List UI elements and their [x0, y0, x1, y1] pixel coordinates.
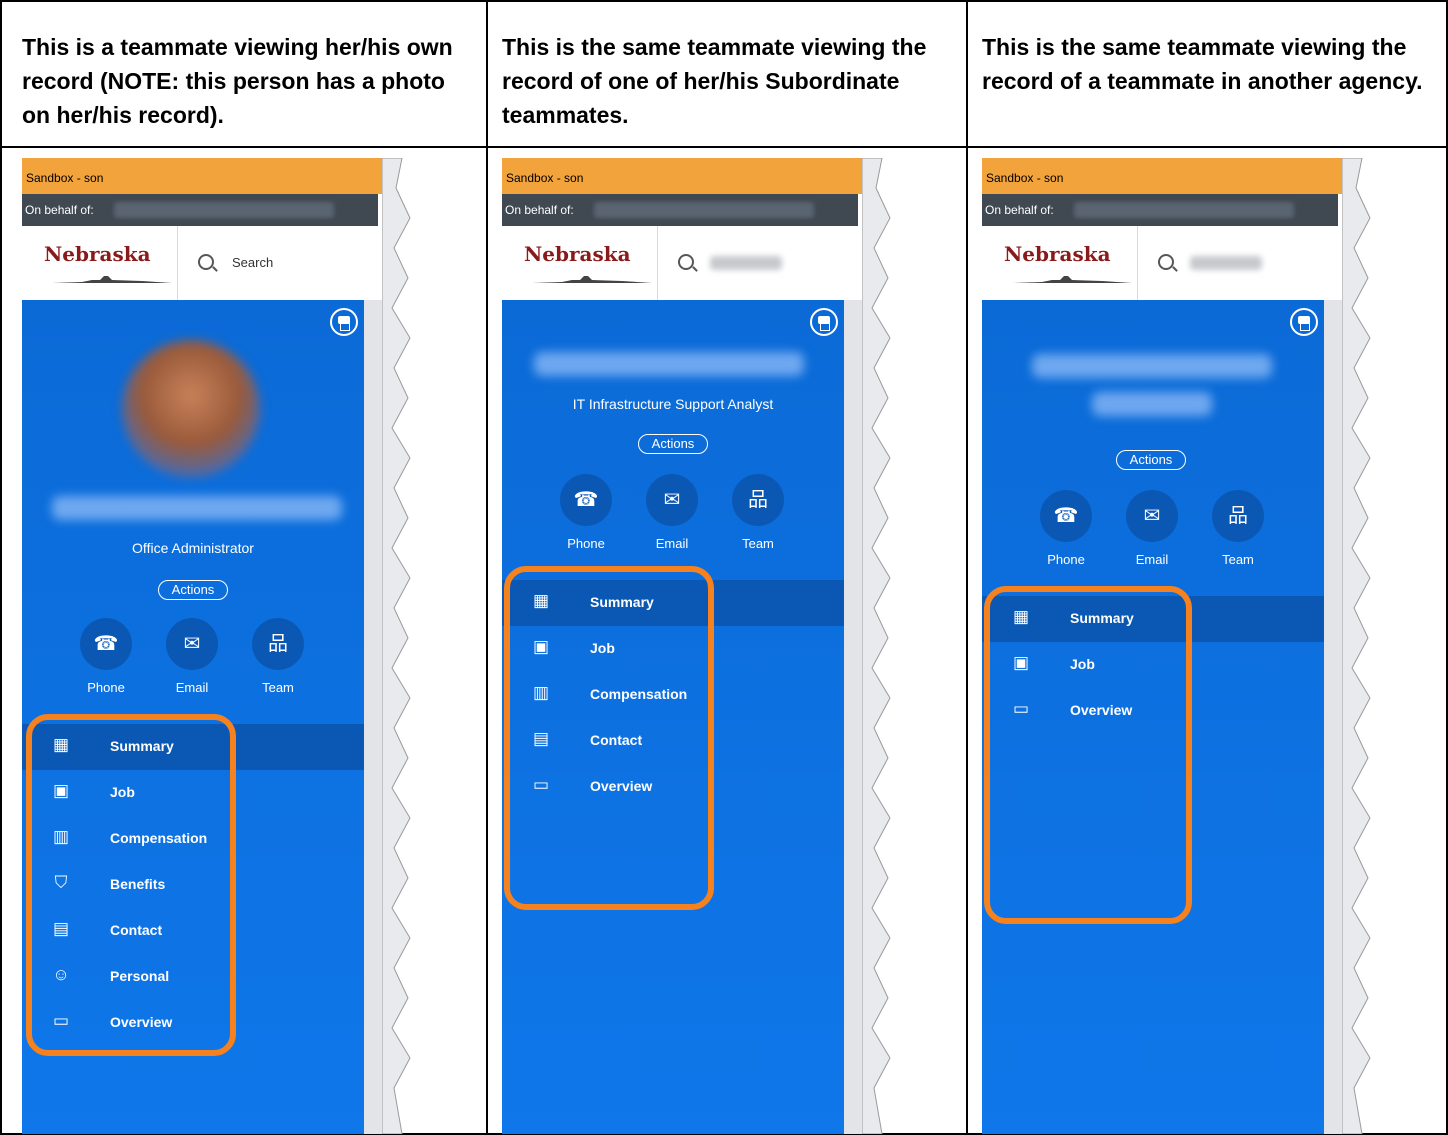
- actions-button[interactable]: Actions: [638, 434, 708, 454]
- email-button[interactable]: ✉ Email: [162, 618, 222, 695]
- top-navigation: Nebraska: [502, 226, 862, 300]
- email-label: Email: [1135, 552, 1169, 567]
- top-navigation: Nebraska Search: [22, 226, 382, 300]
- team-icon: 品: [252, 618, 304, 670]
- email-icon: ✉: [1126, 490, 1178, 542]
- torn-edge: [1342, 158, 1371, 1134]
- nebraska-logo[interactable]: Nebraska: [524, 242, 631, 266]
- torn-edge: [862, 158, 891, 1134]
- nebraska-logo[interactable]: Nebraska: [1004, 242, 1111, 266]
- environment-bar: Sandbox - son: [502, 158, 862, 194]
- table-divider-2: [966, 0, 968, 1135]
- table-border-left: [0, 0, 2, 1135]
- job-title: IT Infrastructure Support Analyst: [572, 396, 774, 412]
- team-button[interactable]: 品 Team: [1208, 490, 1268, 567]
- proxy-bar: On behalf of:: [502, 194, 858, 226]
- actions-button[interactable]: Actions: [1116, 450, 1186, 470]
- search-input[interactable]: Search: [232, 255, 273, 270]
- skyline-logo-graphic: [532, 276, 652, 283]
- phone-icon: ☎: [80, 618, 132, 670]
- redacted-proxy-name: [1074, 202, 1294, 218]
- search-box[interactable]: Search: [177, 226, 383, 300]
- proxy-label: On behalf of:: [985, 203, 1054, 217]
- redacted-worker-id: [1092, 392, 1212, 416]
- email-icon: ✉: [166, 618, 218, 670]
- team-label: Team: [742, 536, 774, 551]
- team-button[interactable]: 品 Team: [728, 474, 788, 551]
- torn-edge: [382, 158, 411, 1134]
- phone-label: Phone: [87, 680, 125, 695]
- redacted-proxy-name: [594, 202, 814, 218]
- search-icon: [198, 254, 214, 270]
- skyline-logo-graphic: [52, 276, 172, 283]
- screenshot-subordinate-record: Sandbox - son On behalf of: Nebraska IT …: [502, 158, 898, 1134]
- email-icon: ✉: [646, 474, 698, 526]
- email-button[interactable]: ✉ Email: [1122, 490, 1182, 567]
- phone-button[interactable]: ☎ Phone: [1036, 490, 1096, 567]
- comparison-table: This is a teammate viewing her/his own r…: [0, 0, 1448, 1135]
- email-button[interactable]: ✉ Email: [642, 474, 702, 551]
- print-icon[interactable]: [330, 308, 358, 336]
- top-navigation: Nebraska: [982, 226, 1342, 300]
- phone-button[interactable]: ☎ Phone: [76, 618, 136, 695]
- actions-button[interactable]: Actions: [158, 580, 228, 600]
- orange-highlight-box: [984, 586, 1192, 924]
- job-title: Office Administrator: [132, 540, 254, 556]
- phone-label: Phone: [567, 536, 605, 551]
- proxy-bar: On behalf of:: [982, 194, 1338, 226]
- print-icon[interactable]: [810, 308, 838, 336]
- table-border-top: [0, 0, 1448, 2]
- environment-bar: Sandbox - son: [22, 158, 382, 194]
- phone-icon: ☎: [1040, 490, 1092, 542]
- search-box[interactable]: [1137, 226, 1343, 300]
- email-label: Email: [655, 536, 689, 551]
- team-label: Team: [1222, 552, 1254, 567]
- redacted-proxy-name: [114, 202, 334, 218]
- environment-label: Sandbox - son: [506, 171, 584, 185]
- print-icon[interactable]: [1290, 308, 1318, 336]
- search-input[interactable]: [1190, 256, 1262, 270]
- environment-bar: Sandbox - son: [982, 158, 1342, 194]
- skyline-logo-graphic: [1012, 276, 1132, 283]
- environment-label: Sandbox - son: [26, 171, 104, 185]
- email-label: Email: [175, 680, 209, 695]
- table-divider-1: [486, 0, 488, 1135]
- orange-highlight-box: [504, 566, 714, 910]
- team-icon: 品: [1212, 490, 1264, 542]
- worker-photo: [122, 340, 260, 478]
- proxy-label: On behalf of:: [505, 203, 574, 217]
- column-header-1: This is a teammate viewing her/his own r…: [22, 34, 453, 128]
- column-header-3: This is the same teammate viewing the re…: [982, 34, 1423, 94]
- search-input[interactable]: [710, 256, 782, 270]
- column-header-2: This is the same teammate viewing the re…: [502, 34, 927, 128]
- team-icon: 品: [732, 474, 784, 526]
- phone-icon: ☎: [560, 474, 612, 526]
- search-icon: [678, 254, 694, 270]
- screenshot-other-agency-record: Sandbox - son On behalf of: Nebraska Act…: [982, 158, 1378, 1134]
- redacted-worker-name: [52, 496, 342, 520]
- proxy-bar: On behalf of:: [22, 194, 378, 226]
- team-label: Team: [262, 680, 294, 695]
- orange-highlight-box: [26, 714, 236, 1056]
- phone-label: Phone: [1047, 552, 1085, 567]
- nebraska-logo[interactable]: Nebraska: [44, 242, 151, 266]
- environment-label: Sandbox - son: [986, 171, 1064, 185]
- proxy-label: On behalf of:: [25, 203, 94, 217]
- screenshot-own-record: Sandbox - son On behalf of: Nebraska Sea…: [22, 158, 418, 1134]
- redacted-worker-name: [1032, 354, 1272, 378]
- search-icon: [1158, 254, 1174, 270]
- phone-button[interactable]: ☎ Phone: [556, 474, 616, 551]
- search-box[interactable]: [657, 226, 863, 300]
- redacted-worker-name: [534, 352, 804, 376]
- team-button[interactable]: 品 Team: [248, 618, 308, 695]
- table-header-divider: [0, 146, 1448, 148]
